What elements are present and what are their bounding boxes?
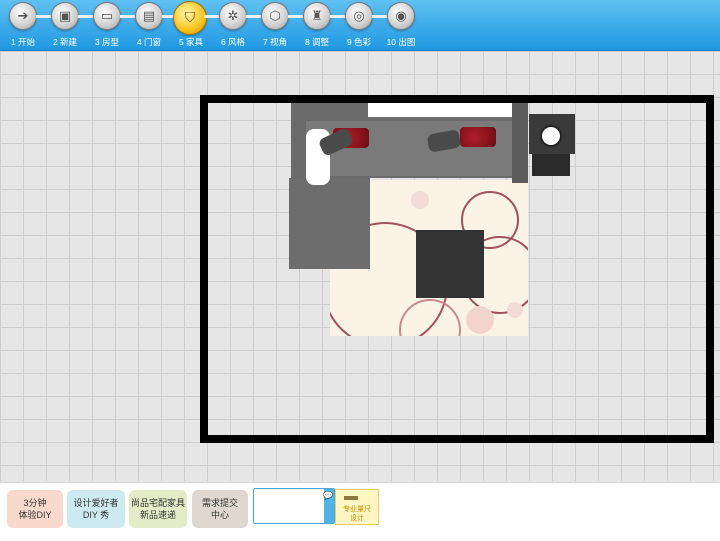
button-line: 需求提交 (201, 498, 238, 508)
new-products-button[interactable]: 尚品宅配家具 新品速递 (129, 490, 187, 528)
button-line: 尚品宅配家具 (130, 498, 185, 508)
table-lamp-icon[interactable] (540, 125, 562, 147)
style-icon: ✲ (219, 2, 247, 30)
coffee-table[interactable] (416, 230, 484, 298)
step-glyph: ✲ (227, 8, 239, 23)
button-line: 设计爱好者 (73, 498, 119, 508)
step-glyph: ◉ (395, 8, 407, 23)
color-swirl-icon: ◎ (345, 2, 373, 30)
camera-icon: ◉ (387, 2, 415, 30)
step-glyph: ▣ (58, 8, 72, 23)
step-glyph: ◎ (353, 8, 365, 23)
floorplan-icon: ▭ (93, 2, 121, 30)
measure-design-button[interactable]: 专业量尺 设计 (335, 489, 379, 525)
design-canvas[interactable] (0, 51, 720, 481)
red-cushion[interactable] (460, 127, 496, 147)
chair-icon: ♜ (303, 2, 331, 30)
button-line: 3分钟 (23, 498, 47, 508)
step-glyph: ⛉ (184, 9, 196, 25)
step-glyph: ▭ (100, 8, 114, 23)
button-line: DIY 秀 (82, 510, 110, 520)
side-table-stand[interactable] (532, 154, 570, 176)
chat-input[interactable]: 💬 (253, 488, 335, 524)
step-10-button[interactable]: ◉ 10 出图 (380, 2, 422, 48)
button-line: 新品速递 (139, 510, 176, 520)
diy-3min-button[interactable]: 3分钟 体验DIY (7, 490, 63, 528)
furniture-icon: ⛉ (173, 1, 207, 35)
chat-bubble-icon[interactable]: 💬 (323, 491, 333, 500)
request-center-button[interactable]: 需求提交 中心 (192, 490, 248, 528)
sofa-arm[interactable] (512, 103, 528, 183)
diy-show-button[interactable]: 设计爱好者 DIY 秀 (67, 490, 125, 528)
button-line: 中心 (210, 510, 229, 520)
folder-icon: ▣ (51, 2, 79, 30)
step-toolbar: ➔ 1 开始 ▣ 2 新建 ▭ 3 房型 ▤ 4 门窗 ⛉ 5 家具 ✲ 6 风格 ⬡ 7 视角 ♜ 8 调整… (0, 0, 720, 51)
sofa-chaise[interactable] (289, 178, 370, 269)
bottom-bar: 3分钟 体验DIY 设计爱好者 DIY 秀 尚品宅配家具 新品速递 需求提交 中… (0, 482, 720, 541)
step-glyph: ⬡ (269, 8, 281, 23)
step-label: 10 出图 (386, 37, 416, 47)
step-glyph: ♜ (311, 8, 323, 23)
button-line: 体验DIY (18, 510, 52, 520)
cube-view-icon: ⬡ (261, 2, 289, 30)
arrow-right-icon: ➔ (9, 2, 37, 30)
ruler-label: 设计 (350, 515, 364, 522)
step-glyph: ➔ (17, 8, 29, 23)
door-window-icon: ▤ (135, 2, 163, 30)
window[interactable] (368, 103, 512, 117)
step-glyph: ▤ (142, 8, 156, 23)
ruler-icon (344, 496, 358, 500)
